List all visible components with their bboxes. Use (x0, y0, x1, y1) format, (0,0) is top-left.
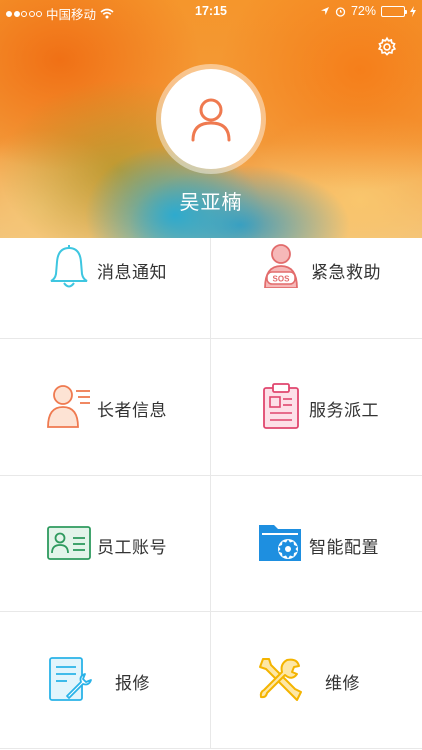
id-card-icon (47, 526, 91, 560)
menu-item-label: 服务派工 (309, 401, 379, 421)
alarm-icon (335, 6, 346, 17)
clipboard-icon (263, 383, 299, 429)
menu-item-label: 维修 (325, 674, 360, 694)
menu-item-maintenance[interactable]: 维修 (211, 612, 422, 749)
sos-person-icon: SOS (264, 244, 298, 288)
menu-item-label: 员工账号 (97, 538, 167, 558)
folder-gear-icon (259, 525, 301, 561)
menu-item-label: 长者信息 (97, 401, 167, 421)
menu-item-smart-config[interactable]: 智能配置 (211, 476, 422, 612)
user-icon (191, 98, 231, 142)
location-arrow-icon (320, 7, 329, 15)
repair-form-icon (49, 657, 92, 701)
menu-item-label: 报修 (115, 674, 150, 694)
menu-item-label: 智能配置 (309, 538, 379, 558)
menu-item-notifications[interactable]: 消息通知 (0, 238, 211, 339)
settings-gear-icon[interactable] (376, 36, 398, 58)
menu-item-staff-account[interactable]: 员工账号 (0, 476, 211, 612)
menu-item-label: 消息通知 (97, 263, 167, 283)
menu-item-label: 紧急救助 (311, 263, 381, 283)
menu-item-report-repair[interactable]: 报修 (0, 612, 211, 749)
function-grid: 消息通知 SOS 紧急救助 长者信息 服务派工 员工账号 智能配置 报修 维修 (0, 238, 422, 750)
elder-info-icon (47, 385, 90, 428)
menu-item-service-dispatch[interactable]: 服务派工 (211, 339, 422, 476)
avatar[interactable] (156, 64, 266, 174)
battery-icon (381, 5, 407, 17)
bell-icon (50, 245, 88, 288)
svg-text:SOS: SOS (273, 275, 291, 284)
battery-percent: 72% (350, 4, 376, 18)
user-name: 吴亚楠 (179, 190, 243, 214)
tools-icon (259, 658, 302, 701)
menu-item-elder-info[interactable]: 长者信息 (0, 339, 211, 476)
charging-icon (410, 5, 416, 17)
profile-header: 中国移动 17:15 72% 吴亚楠 (0, 0, 422, 238)
menu-item-emergency[interactable]: SOS 紧急救助 (211, 238, 422, 339)
status-bar: 中国移动 17:15 72% (0, 0, 422, 22)
